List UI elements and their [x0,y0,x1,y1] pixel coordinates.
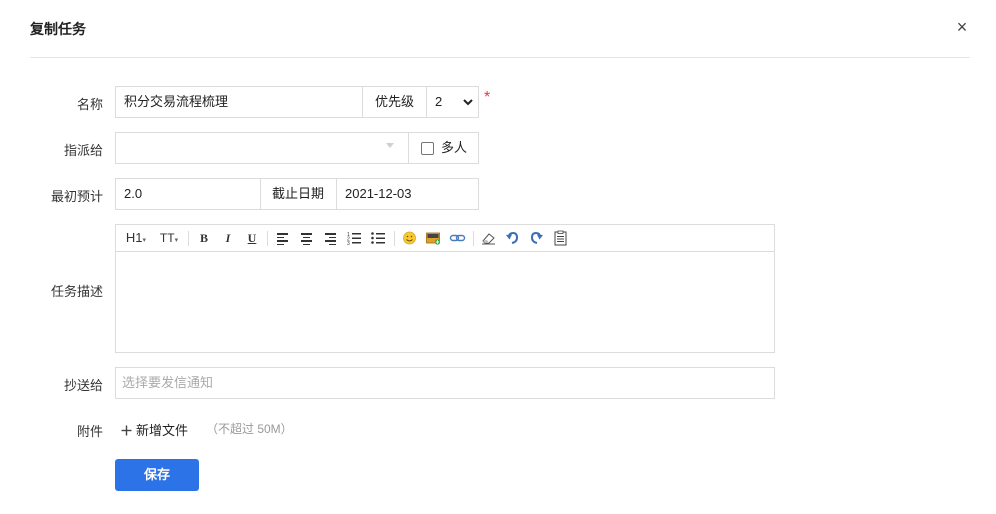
file-size-limit: （不超过 50M） [206,422,293,436]
paste-text-icon[interactable] [552,229,569,247]
bullet-list-icon[interactable] [370,229,387,247]
deadline-label: 截止日期 [272,186,325,201]
estimate-label: 最初预计 [50,189,103,204]
caret-down-icon [386,143,394,148]
name-priority-group: 积分交易流程梳理 优先级 2 [115,86,479,118]
dialog-title: 复制任务 [30,21,86,37]
save-button[interactable]: 保存 [115,459,199,491]
priority-select[interactable]: 2 [427,87,478,117]
priority-label: 优先级 [375,94,415,109]
close-icon[interactable]: × [954,16,970,38]
multi-assignee-checkbox[interactable] [421,142,434,155]
toolbar-divider [473,231,474,246]
description-editor: H1▾ TT▾ B I U 1 2 3 [115,224,775,353]
caret-down-icon: ▾ [174,237,179,244]
bold-button[interactable]: B [196,229,212,247]
chevron-down-icon [463,99,473,106]
underline-button[interactable]: U [244,229,260,247]
deadline-input[interactable]: 2021-12-03 [337,179,478,209]
plus-icon [121,425,132,436]
assignee-label: 指派给 [63,143,103,158]
multi-assignee-option[interactable]: 多人 [409,133,478,163]
font-size-dropdown[interactable]: TT▾ [156,229,182,247]
align-center-icon[interactable] [298,229,315,247]
priority-value: 2 [435,94,443,109]
name-label: 名称 [76,97,103,112]
editor-toolbar: H1▾ TT▾ B I U 1 2 3 [116,225,774,252]
toolbar-divider [394,231,395,246]
toolbar-divider [267,231,268,246]
emoji-icon[interactable] [401,229,418,247]
insert-image-icon[interactable] [425,229,442,247]
required-mark: * [484,89,491,106]
svg-text:3: 3 [347,241,350,247]
italic-button[interactable]: I [220,229,236,247]
estimate-deadline-group: 2.0 截止日期 2021-12-03 [115,178,479,210]
estimate-input[interactable]: 2.0 [116,179,260,209]
eraser-icon[interactable] [480,229,497,247]
caret-down-icon: ▾ [142,237,147,244]
heading-dropdown[interactable]: H1▾ [123,229,149,247]
add-file-button[interactable]: 新增文件 [121,420,188,439]
assignee-select[interactable] [116,133,408,163]
undo-icon[interactable] [504,229,521,247]
toolbar-divider [188,231,189,246]
redo-icon[interactable] [528,229,545,247]
dialog-header: 复制任务 × [30,0,970,58]
align-right-icon[interactable] [322,229,339,247]
description-label: 任务描述 [50,284,103,299]
cc-label: 抄送给 [63,378,103,393]
cc-input[interactable]: 选择要发信通知 [115,367,775,399]
multi-assignee-label: 多人 [441,140,468,155]
ordered-list-icon[interactable]: 1 2 3 [346,229,363,247]
align-left-icon[interactable] [274,229,291,247]
name-input[interactable]: 积分交易流程梳理 [116,87,362,117]
attachment-label: 附件 [76,424,103,439]
link-icon[interactable] [449,229,466,247]
cc-placeholder: 选择要发信通知 [122,375,214,390]
description-content-area[interactable] [116,253,774,352]
assignee-group: 多人 [115,132,479,164]
